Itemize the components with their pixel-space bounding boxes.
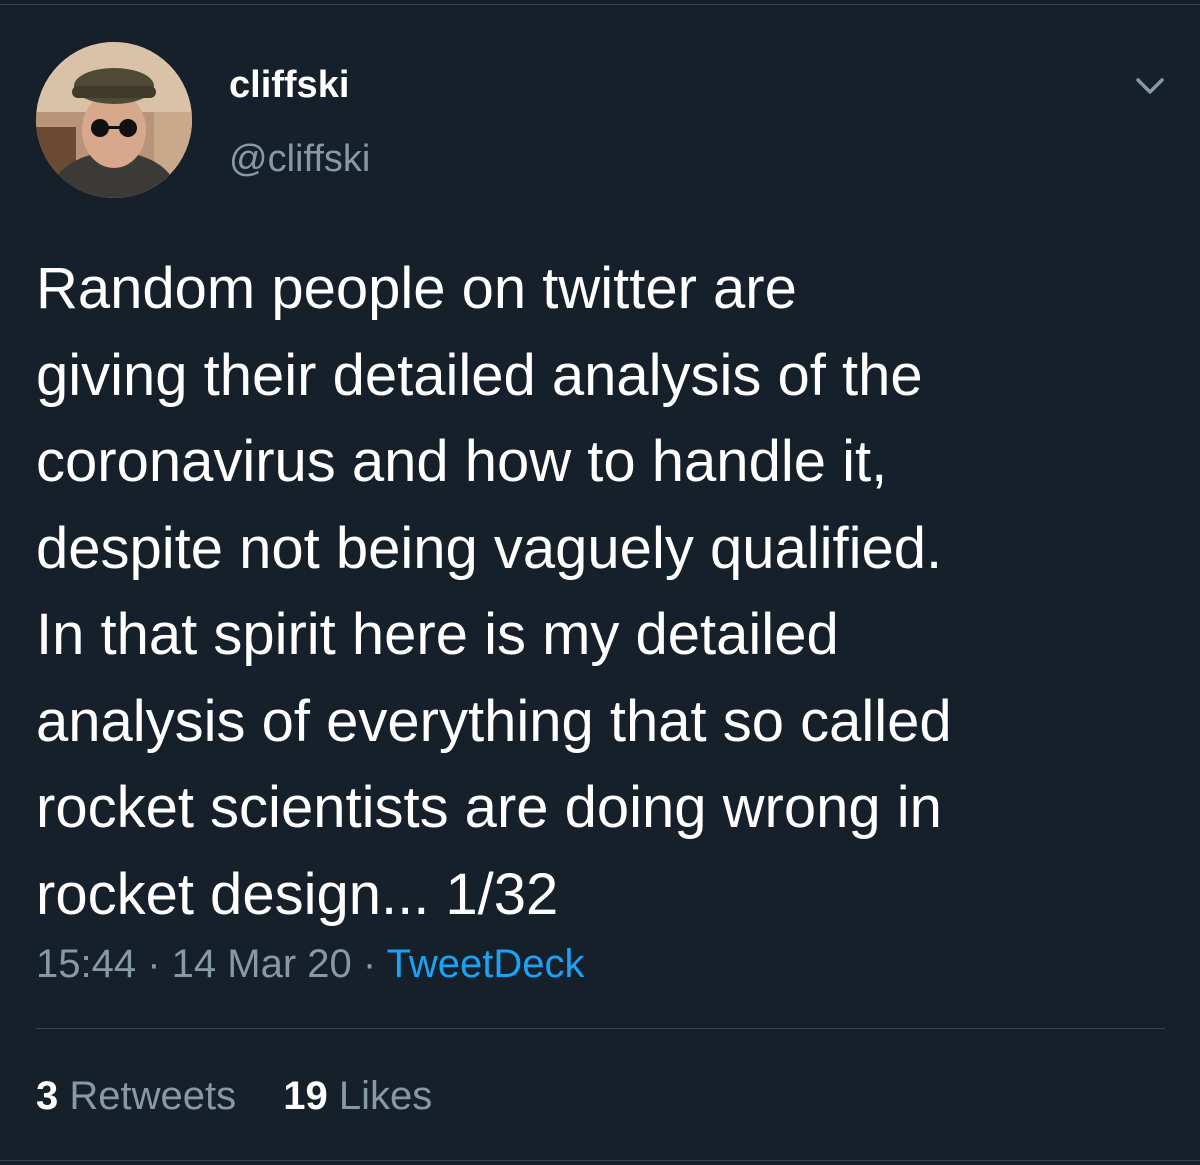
- tweet-date[interactable]: 14 Mar 20: [172, 942, 352, 986]
- meta-separator: ·: [351, 942, 387, 986]
- tweet-detail-page: cliffski @cliffski Random people on twit…: [0, 0, 1200, 1165]
- tweet-stats: 3 Retweets 19 Likes: [36, 1070, 432, 1122]
- author-display-name[interactable]: cliffski: [229, 62, 349, 108]
- likes-label: Likes: [338, 1074, 433, 1118]
- tweet-meta: 15:44 · 14 Mar 20 · TweetDeck: [36, 938, 584, 990]
- likes-count: 19: [283, 1074, 328, 1118]
- author-handle[interactable]: @cliffski: [229, 136, 370, 182]
- avatar[interactable]: [36, 42, 192, 198]
- tweet-source-link[interactable]: TweetDeck: [387, 942, 585, 986]
- retweets-count: 3: [36, 1074, 59, 1118]
- meta-separator: ·: [136, 942, 172, 986]
- tweet-time[interactable]: 15:44: [36, 942, 136, 986]
- chevron-down-icon[interactable]: [1130, 72, 1170, 102]
- likes-stat[interactable]: 19 Likes: [283, 1070, 432, 1122]
- top-divider: [0, 4, 1200, 5]
- stats-divider: [36, 1028, 1165, 1029]
- retweets-label: Retweets: [69, 1074, 237, 1118]
- retweets-stat[interactable]: 3 Retweets: [36, 1070, 236, 1122]
- tweet-text: Random people on twitter are giving thei…: [36, 256, 952, 927]
- bottom-divider: [0, 1160, 1200, 1161]
- avatar-image: [36, 42, 192, 198]
